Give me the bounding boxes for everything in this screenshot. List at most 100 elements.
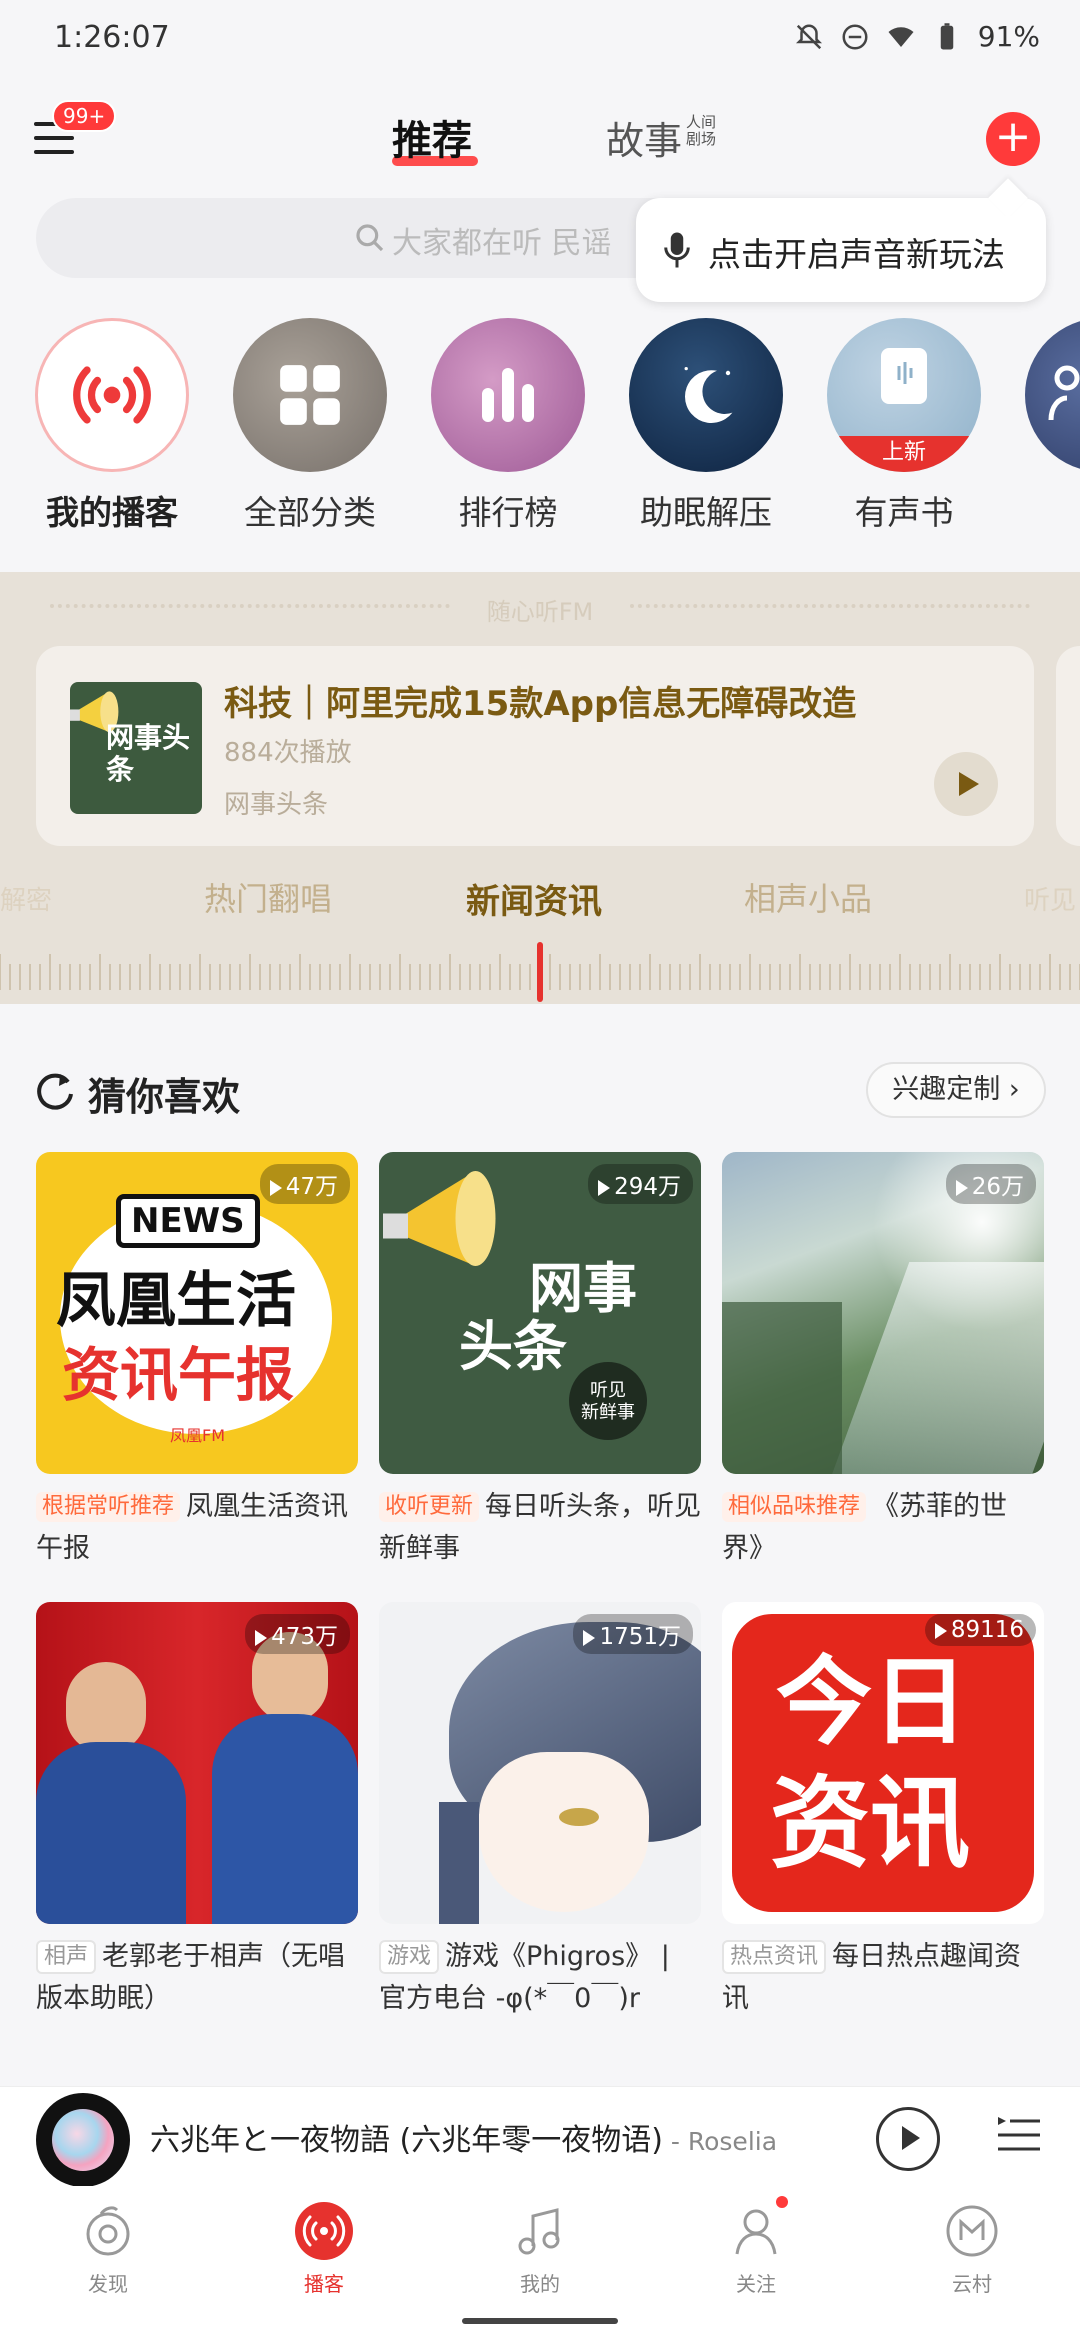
search-icon <box>356 224 384 252</box>
podcast-desc: 热点资讯 每日热点趣闻资讯 <box>722 1936 1044 2020</box>
nav-mine[interactable]: 我的 <box>470 2202 610 2297</box>
podcast-card[interactable]: 网事 头条 听见 新鲜事 294万 收听更新 每日听头条，听见新鲜事 <box>379 1152 701 1570</box>
grid-icon <box>280 365 340 425</box>
play-count: 89116 <box>924 1614 1036 1646</box>
mini-play-button[interactable] <box>876 2107 940 2171</box>
bar-chart-icon <box>482 368 534 422</box>
refresh-icon[interactable] <box>36 1070 76 1110</box>
podcast-broadcast-icon <box>73 366 151 424</box>
search-placeholder: 大家都在听 民谣 <box>392 226 612 261</box>
bottom-nav: 发现 播客 我的 关注 云村 <box>0 2186 1080 2340</box>
category-tag: 相声 <box>36 1940 97 1974</box>
fm-heading: 随心听FM <box>486 598 594 626</box>
guess-title: 猜你喜欢 <box>88 1075 241 1119</box>
megaphone-icon <box>383 1171 496 1266</box>
top-nav: 99+ 推荐 故事 人间剧场 + <box>0 90 1080 190</box>
add-button[interactable]: + <box>986 112 1040 166</box>
play-count: 47万 <box>259 1164 350 1204</box>
podcast-cover: NEWS 凤凰生活 资讯午报 凤凰FM 47万 <box>36 1152 358 1474</box>
category-tag: 热点资讯 <box>722 1940 827 1974</box>
discover-icon <box>86 2206 130 2256</box>
category-more[interactable]: 一 <box>1024 318 1080 534</box>
play-icon <box>955 1179 968 1196</box>
nav-podcast[interactable]: 播客 <box>254 2202 394 2297</box>
category-label: 一 <box>1024 486 1080 534</box>
podcast-cover: 1751万 <box>379 1602 701 1924</box>
follow-icon <box>735 2209 777 2255</box>
home-indicator[interactable] <box>462 2318 618 2324</box>
play-icon <box>598 1179 611 1196</box>
now-playing: 六兆年と一夜物語 (六兆年零一夜物语) - Roselia <box>150 2115 777 2159</box>
tooltip-text: 点击开启声音新玩法 <box>708 235 1005 274</box>
fm-cover-text: 网事头条 <box>106 721 191 786</box>
podcast-cover: 26万 <box>722 1152 1044 1474</box>
podcast-desc: 游戏 游戏《Phigros》 | 官方电台 -φ(*￣0￣)r <box>379 1936 701 2020</box>
fm-tab-active[interactable]: 新闻资讯 <box>466 874 602 923</box>
podcast-card[interactable]: NEWS 凤凰生活 资讯午报 凤凰FM 47万 根据常听推荐 凤凰生活资讯午报 <box>36 1152 358 1570</box>
nav-label: 我的 <box>520 2272 560 2296</box>
album-disc[interactable] <box>36 2093 130 2187</box>
podcast-desc: 相声 老郭老于相声（无唱版本助眠） <box>36 1936 358 2020</box>
category-my-podcast[interactable]: 我的播客 <box>34 318 190 534</box>
tab-recommend[interactable]: 推荐 <box>392 108 472 166</box>
tab-story[interactable]: 故事 <box>606 110 682 165</box>
category-charts[interactable]: 排行榜 <box>430 318 586 534</box>
voice-tooltip[interactable]: 点击开启声音新玩法 <box>636 198 1046 302</box>
podcast-cover: 473万 <box>36 1602 358 1924</box>
fm-tab[interactable]: 听见 <box>1024 880 1076 917</box>
bell-off-icon <box>795 23 822 49</box>
play-count: 1751万 <box>573 1614 693 1654</box>
podcast-card[interactable]: 今日 资讯 89116 热点资讯 每日热点趣闻资讯 <box>722 1602 1044 2020</box>
message-badge: 99+ <box>52 100 117 132</box>
song-artist: - Roselia <box>662 2127 778 2156</box>
album-art <box>52 2109 114 2171</box>
play-icon <box>269 1179 282 1196</box>
nav-label: 发现 <box>88 2272 128 2296</box>
nav-follow[interactable]: 关注 <box>686 2196 826 2297</box>
fm-card[interactable]: 网事头条 科技｜阿里完成15款App信息无障碍改造 884次播放 网事头条 <box>36 646 1034 846</box>
category-row: 我的播客 全部分类 排行榜 助眠解压 上新 有声书 <box>0 318 1080 538</box>
category-label: 助眠解压 <box>640 493 772 532</box>
podcast-card[interactable]: 26万 相似品味推荐 《苏菲的世界》 <box>722 1152 1044 1570</box>
podcast-card[interactable]: 1751万 游戏 游戏《Phigros》 | 官方电台 -φ(*￣0￣)r <box>379 1602 701 2020</box>
nav-discover[interactable]: 发现 <box>38 2202 178 2297</box>
nav-label: 云村 <box>952 2272 992 2296</box>
fm-tab[interactable]: 相声小品 <box>744 874 872 920</box>
podcast-card[interactable]: 473万 相声 老郭老于相声（无唱版本助眠） <box>36 1602 358 2020</box>
nav-label: 播客 <box>304 2272 344 2296</box>
customize-button[interactable]: 兴趣定制 › <box>866 1062 1046 1118</box>
fm-cover: 网事头条 <box>70 682 202 814</box>
fm-tuner-needle <box>537 942 543 1002</box>
reason-tag: 收听更新 <box>379 1492 480 1522</box>
category-sleep[interactable]: 助眠解压 <box>628 318 784 534</box>
podcast-desc: 根据常听推荐 凤凰生活资讯午报 <box>36 1486 358 1570</box>
fm-next-card[interactable] <box>1056 646 1080 846</box>
nav-cloud-village[interactable]: 云村 <box>902 2202 1042 2297</box>
guess-header: 猜你喜欢 兴趣定制 › <box>36 1062 1046 1122</box>
category-audiobook[interactable]: 上新 有声书 <box>826 318 982 534</box>
category-label: 排行榜 <box>458 493 558 532</box>
new-tag: 上新 <box>827 436 981 472</box>
cover-brand: 凤凰FM <box>170 1426 226 1445</box>
fm-plays: 884次播放 <box>224 738 352 768</box>
category-label: 有声书 <box>854 493 954 532</box>
fm-tab[interactable]: 解密 <box>0 880 52 917</box>
battery-percent: 91% <box>977 20 1040 53</box>
wifi-icon <box>888 26 914 47</box>
fm-source: 网事头条 <box>224 790 329 820</box>
fm-tab[interactable]: 热门翻唱 <box>204 874 332 920</box>
play-icon <box>255 1629 268 1646</box>
person-icon <box>1048 365 1080 421</box>
category-all[interactable]: 全部分类 <box>232 318 388 534</box>
status-time: 1:26:07 <box>54 20 170 55</box>
cloud-village-icon <box>946 2205 998 2257</box>
play-count: 26万 <box>945 1164 1036 1204</box>
battery-icon <box>940 22 954 49</box>
play-icon <box>934 1622 947 1639</box>
playlist-icon[interactable] <box>998 2115 1040 2155</box>
cover-badge: 听见 新鲜事 <box>569 1362 647 1440</box>
song-title: 六兆年と一夜物語 (六兆年零一夜物语) <box>150 2123 663 2158</box>
reason-tag: 根据常听推荐 <box>36 1492 181 1522</box>
play-count: 473万 <box>245 1614 350 1654</box>
fm-play-button[interactable] <box>934 752 998 816</box>
